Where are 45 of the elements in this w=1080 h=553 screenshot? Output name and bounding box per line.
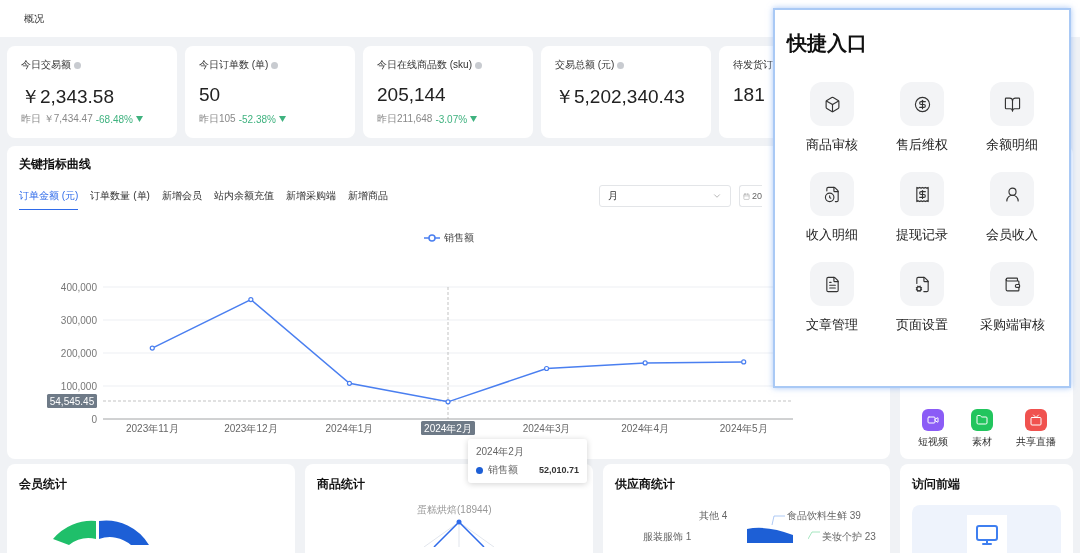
pie-label: 服装服饰 1 [643, 530, 692, 544]
stat-label: 今日交易额 [21, 58, 71, 72]
change-percent: -3.07% [435, 113, 468, 125]
card-title: 会员统计 [19, 476, 68, 493]
change-percent: -52.38% [238, 113, 276, 125]
panel-title: 快捷入口 [787, 31, 868, 56]
axis-tick-label: 400,000 [60, 281, 97, 293]
axis-pointer-label: 2024年2月 [421, 421, 475, 435]
stat-value: ￥2,343.58 [21, 85, 114, 109]
axis-pointer-label: 54,545.45 [47, 394, 97, 408]
radar-label: 蛋糕烘焙(18944) [417, 503, 492, 517]
yesterday-value: 昨日105 [199, 112, 236, 126]
pie-label: 美妆个护 23 [822, 530, 876, 544]
stat-value: 50 [199, 84, 221, 106]
axis-tick-label: 2023年12月 [224, 422, 278, 434]
axis-tick-label: 2024年5月 [719, 422, 768, 434]
axis-tick-label: 100,000 [60, 380, 97, 392]
yesterday-value: 昨日 ￥7,434.47 [21, 112, 93, 126]
stat-value: 181 [733, 84, 765, 106]
stat-label: 交易总额 (元) [555, 58, 615, 72]
pie-label: 食品饮料生鲜 39 [787, 509, 861, 523]
card-title: 访问前端 [912, 476, 961, 493]
tooltip-title: 2024年2月 [476, 445, 525, 459]
axis-tick-label: 2023年11月 [125, 422, 179, 434]
stat-value: ￥5,202,340.43 [555, 85, 685, 109]
card-title: 供应商统计 [615, 476, 676, 493]
axis-tick-label: 0 [91, 413, 97, 425]
pie-label: 其他 4 [699, 509, 728, 523]
axis-tick-label: 300,000 [60, 314, 97, 326]
card-title: 商品统计 [317, 476, 366, 493]
axis-tick-label: 2024年4月 [621, 422, 670, 434]
stat-label: 今日订单数 (单) [199, 58, 269, 72]
stat-value: 205,144 [377, 84, 446, 106]
stat-label: 今日在线商品数 (sku) [377, 58, 472, 72]
tooltip-series: 销售额 [488, 463, 518, 477]
page-title: 概况 [24, 11, 44, 26]
axis-tick-label: 2024年1月 [325, 422, 374, 434]
axis-tick-label: 200,000 [60, 347, 97, 359]
legend-label: 销售额 [443, 231, 474, 245]
change-percent: -68.48% [95, 113, 133, 125]
yesterday-value: 昨日211,648 [377, 112, 433, 126]
stat-label: 待发货订 [733, 58, 773, 72]
tooltip-value: 52,010.71 [539, 465, 580, 475]
panel-title: 关键指标曲线 [19, 156, 92, 173]
axis-tick-label: 2024年3月 [522, 422, 571, 434]
